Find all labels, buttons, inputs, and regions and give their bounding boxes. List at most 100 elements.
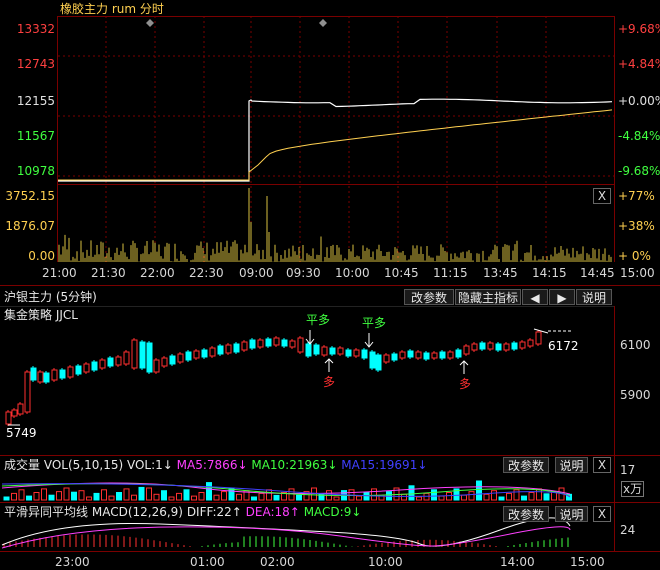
volume-bar (356, 495, 362, 501)
volume-formula: VOL(5,10,15) (43, 458, 124, 472)
volume-bar (191, 495, 197, 501)
ma10-value: MA10:21963↓ (251, 458, 338, 472)
candlestick (37, 371, 44, 383)
volume-bar (161, 490, 167, 501)
volume-bar (416, 496, 422, 501)
candlestick (313, 344, 320, 355)
macd-close-button[interactable]: X (593, 506, 611, 522)
signal-flat-long: 平多 (306, 313, 331, 327)
sell-arrow-icon (305, 330, 315, 345)
scroll-left-button[interactable]: ◀ (522, 289, 548, 305)
kline-svg (0, 306, 615, 551)
volume-bar (33, 492, 40, 501)
candlestick (471, 343, 478, 351)
volume-bar (93, 492, 100, 501)
volume-header: 成交量 VOL(5,10,15) VOL:1↓ MA5:7866↓ MA10:2… (4, 458, 427, 472)
candlestick (241, 341, 248, 351)
candlestick (146, 342, 153, 373)
candlestick (329, 347, 336, 355)
divider (0, 455, 660, 456)
candlestick (345, 349, 352, 357)
help-button[interactable]: 说明 (576, 289, 612, 305)
volume-bar (371, 488, 377, 501)
volume-bar (41, 488, 47, 501)
macd-help-button[interactable]: 说明 (555, 506, 588, 522)
candlestick (265, 338, 272, 347)
volume-bar (56, 491, 62, 501)
vol-value: VOL:1↓ (126, 458, 173, 472)
volume-bar (476, 480, 482, 501)
candlestick (153, 359, 160, 373)
signal-long: 多 (459, 377, 472, 391)
candlestick (423, 352, 430, 360)
candlestick (11, 409, 18, 417)
volume-bar (26, 495, 32, 501)
volume-bar (176, 492, 182, 501)
scroll-right-button[interactable]: ▶ (549, 289, 575, 305)
candlestick (375, 354, 382, 371)
macd-change-params-button[interactable]: 改参数 (503, 506, 549, 522)
strategy-label: 集金策略 JJCL (4, 308, 78, 322)
volume-right-value: 17 (620, 463, 636, 477)
candlestick (91, 361, 98, 371)
volume-bar (408, 485, 415, 501)
volume-bar (401, 493, 407, 501)
volume-bar (258, 492, 265, 501)
volume-bar (461, 494, 467, 501)
volume-close-button[interactable]: X (593, 457, 611, 473)
volume-bar (468, 491, 475, 501)
volume-bar (18, 489, 25, 501)
candlestick (193, 350, 200, 359)
candlestick (297, 337, 304, 353)
volume-help-button[interactable]: 说明 (555, 457, 588, 473)
volume-bar (3, 496, 10, 501)
volume-bar (528, 492, 535, 501)
volume-bar (48, 494, 55, 501)
macd-header: 平滑异同平均线 MACD(12,26,9) DIFF:22↑ DEA:18↑ M… (4, 505, 361, 519)
volume-unit: x万 (621, 481, 645, 497)
volume-bar (146, 487, 152, 501)
candlestick (161, 357, 168, 367)
candlestick (495, 343, 502, 351)
volume-bar (431, 489, 437, 501)
volume-change-params-button[interactable]: 改参数 (503, 457, 549, 473)
candlestick (225, 344, 232, 354)
price-axis-5900: 5900 (620, 388, 651, 402)
macd-label: 平滑异同平均线 (4, 505, 89, 519)
volume-bar (438, 495, 445, 501)
candlestick (17, 403, 24, 415)
signal-flat-long: 平多 (362, 316, 387, 330)
hide-indicator-button[interactable]: 隐藏主指标 (455, 289, 521, 305)
change-params-button[interactable]: 改参数 (404, 289, 454, 305)
volume-bar (108, 495, 115, 501)
volume-bar (491, 490, 497, 501)
candlestick (439, 351, 446, 359)
low-price-label: 5749 (6, 426, 37, 440)
time-label: 10:00 (368, 555, 403, 569)
candlestick (273, 337, 280, 346)
volume-bar (78, 490, 85, 501)
macd-value: MACD:9↓ (303, 505, 362, 519)
sell-arrow-icon (364, 333, 374, 348)
ma15-value: MA15:19691↓ (341, 458, 428, 472)
candlestick (43, 372, 50, 383)
candlestick (185, 351, 192, 361)
candlestick (503, 343, 510, 351)
volume-bar (296, 494, 302, 501)
candlestick (217, 345, 224, 355)
volume-bar (198, 492, 205, 501)
divider (0, 502, 660, 503)
candlestick (407, 350, 414, 358)
candlestick (30, 367, 37, 381)
candlestick (415, 351, 422, 359)
volume-bar (498, 496, 505, 501)
ma5-value: MA5:7866↓ (176, 458, 248, 472)
candlestick (115, 356, 122, 366)
volume-bar (333, 496, 340, 501)
candlestick (511, 342, 518, 350)
volume-bar (101, 489, 107, 501)
candlestick (257, 339, 264, 348)
volume-bar (138, 486, 145, 501)
volume-bar (153, 493, 160, 501)
candlestick (519, 341, 526, 349)
